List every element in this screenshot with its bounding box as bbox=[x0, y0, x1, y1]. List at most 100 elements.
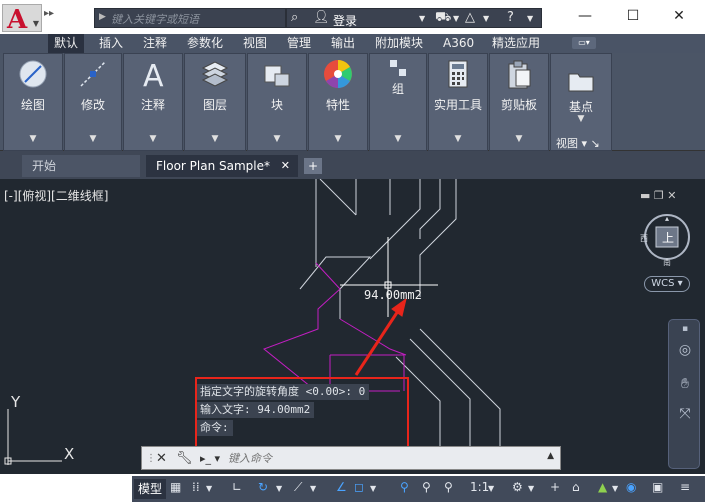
tab-view[interactable]: 视图 bbox=[243, 34, 267, 53]
tab-start[interactable]: 开始 bbox=[22, 155, 140, 177]
close-icon[interactable]: ✕ bbox=[667, 189, 676, 202]
viewport-controls-label[interactable]: [-][俯视][二维线框] bbox=[4, 187, 108, 204]
ortho-icon[interactable]: ∟ bbox=[232, 480, 242, 494]
zoom-extents-icon[interactable]: ⤧ bbox=[675, 406, 695, 426]
close-icon[interactable]: ✕ bbox=[281, 155, 290, 177]
chevron-down-icon[interactable]: ▼ bbox=[488, 484, 494, 493]
chevron-down-icon[interactable]: ▼ bbox=[276, 484, 282, 493]
panel-modify[interactable]: 修改 ▼ bbox=[64, 53, 122, 151]
annotation-scale-icon[interactable]: ⚲ bbox=[444, 480, 453, 494]
chevron-down-icon[interactable]: ▼ bbox=[4, 134, 62, 144]
binoculars-icon[interactable]: ⌕ bbox=[291, 10, 298, 25]
chevron-down-icon[interactable]: ▼ bbox=[490, 134, 548, 144]
chevron-down-icon[interactable]: ▼ bbox=[309, 134, 367, 144]
draw-icon bbox=[19, 60, 47, 88]
chevron-down-icon[interactable]: ▼ bbox=[551, 114, 611, 124]
panel-annotation[interactable]: A 注释 ▼ bbox=[123, 53, 183, 151]
tab-output[interactable]: 输出 bbox=[331, 34, 355, 53]
new-tab-button[interactable]: + bbox=[304, 158, 322, 174]
panel-clipboard[interactable]: 剪贴板 ▼ bbox=[489, 53, 549, 151]
restore-icon[interactable]: ❐ bbox=[654, 189, 664, 202]
minimize-button[interactable]: — bbox=[562, 4, 608, 28]
ribbon-options-button[interactable]: ▭▾ bbox=[572, 37, 596, 49]
chevron-up-icon[interactable]: ▲ bbox=[547, 451, 554, 461]
tab-addins[interactable]: 附加模块 bbox=[375, 34, 423, 53]
minimize-icon[interactable]: ▬ bbox=[640, 189, 650, 202]
tab-a360[interactable]: A360 bbox=[443, 34, 474, 53]
workspace-gear-icon[interactable]: ⚙ bbox=[512, 480, 523, 494]
panel-block[interactable]: 块 ▼ bbox=[247, 53, 307, 151]
tab-featured-apps[interactable]: 精选应用 bbox=[492, 34, 540, 53]
drawing-canvas[interactable]: [-][俯视][二维线框] ▬ ❐ ✕ 上 西 南 ▴ WCS ▾ ▪ ◎ ✋︎… bbox=[0, 179, 705, 474]
panel-utilities[interactable]: 实用工具 ▼ bbox=[428, 53, 488, 151]
chevron-down-icon[interactable]: ▼ bbox=[370, 134, 426, 144]
wcs-menu-button[interactable]: WCS ▾ bbox=[644, 276, 690, 292]
polar-tracking-icon[interactable]: ↻ bbox=[258, 480, 268, 494]
customize-menu-icon[interactable]: ≡ bbox=[680, 480, 690, 494]
placed-text-label: 94.00mm2 bbox=[364, 288, 422, 302]
maximize-button[interactable]: ☐ bbox=[610, 4, 656, 28]
move-icon bbox=[80, 61, 106, 87]
panel-view-label[interactable]: 视图 ▾ ↘ bbox=[556, 135, 600, 151]
chevron-down-icon[interactable]: ▼ bbox=[185, 134, 245, 144]
chevron-down-icon[interactable]: ▼ bbox=[612, 484, 618, 493]
panel-properties[interactable]: 特性 ▼ bbox=[308, 53, 368, 151]
wrench-icon[interactable]: 🔧︎ bbox=[176, 451, 193, 466]
command-input[interactable] bbox=[228, 450, 528, 467]
chevron-down-icon[interactable]: ▼ bbox=[65, 134, 121, 144]
close-icon[interactable]: ✕ bbox=[156, 451, 167, 466]
exchange-icon[interactable]: △ bbox=[465, 10, 475, 25]
wcs-label: WCS bbox=[651, 278, 675, 289]
grip-icon[interactable]: ⋮ bbox=[146, 453, 156, 464]
tab-manage[interactable]: 管理 bbox=[287, 34, 311, 53]
viewcube-top-face[interactable]: 上 bbox=[662, 229, 674, 246]
chevron-down-icon[interactable]: ▼ bbox=[419, 14, 425, 23]
chevron-down-icon[interactable]: ▼ bbox=[248, 134, 306, 144]
chevron-down-icon[interactable]: ▼ bbox=[370, 484, 376, 493]
plus-icon[interactable]: + bbox=[550, 480, 560, 494]
annotation-scale-value[interactable]: 1:1 bbox=[470, 480, 489, 494]
chevron-down-icon[interactable]: ▼ bbox=[429, 134, 487, 144]
user-icon[interactable]: 👤︎ bbox=[313, 10, 330, 25]
pan-hand-icon[interactable]: ✋︎ bbox=[675, 376, 695, 396]
chevron-down-icon[interactable]: ▼ bbox=[124, 134, 182, 144]
object-snap-tracking-icon[interactable]: ∠ bbox=[336, 480, 347, 494]
object-snap-icon[interactable]: ◻ bbox=[354, 480, 364, 494]
tab-parametric[interactable]: 参数化 bbox=[187, 34, 223, 53]
chevron-down-icon[interactable]: ▼ bbox=[453, 14, 459, 23]
isometric-icon[interactable]: ⟋ bbox=[294, 480, 302, 495]
annotation-visibility-icon[interactable]: ⚲ bbox=[400, 480, 409, 494]
search-box[interactable]: ▶ 键入关键字或短语 bbox=[94, 8, 286, 28]
clean-screen-icon[interactable]: ◉ bbox=[626, 480, 636, 494]
panel-groups[interactable]: 组 ▼ bbox=[369, 53, 427, 151]
steering-wheel-icon[interactable]: ◎ bbox=[675, 342, 695, 362]
chevron-down-icon[interactable]: ▼ bbox=[483, 14, 489, 23]
panel-layers[interactable]: 图层 ▼ bbox=[184, 53, 246, 151]
panel-draw[interactable]: 绘图 ▼ bbox=[3, 53, 63, 151]
tab-home[interactable]: 默认 bbox=[48, 34, 85, 53]
isolate-objects-icon[interactable]: ⌂ bbox=[572, 480, 580, 494]
cart-icon[interactable]: ⛟ bbox=[435, 10, 451, 27]
grid-icon[interactable]: ▦ bbox=[170, 480, 181, 494]
chevron-down-icon[interactable]: ▼ bbox=[527, 14, 533, 23]
hardware-acceleration-icon[interactable]: ▲ bbox=[598, 480, 607, 494]
tab-floor-plan[interactable]: Floor Plan Sample* ✕ bbox=[146, 155, 298, 177]
chevron-down-icon[interactable]: ▼ bbox=[310, 484, 316, 493]
application-menu-button[interactable]: A ▼ bbox=[2, 4, 42, 35]
sign-in-label[interactable]: 登录 bbox=[333, 12, 357, 29]
quick-access-expand-icon[interactable]: ▸▸ bbox=[44, 8, 54, 19]
chevron-down-icon[interactable]: ▼ bbox=[206, 484, 212, 493]
tab-annotate[interactable]: 注释 bbox=[143, 34, 167, 53]
fullscreen-icon[interactable]: ▣ bbox=[652, 480, 663, 494]
snap-icon[interactable]: ⁞⁞ bbox=[192, 480, 200, 494]
viewcube-west[interactable]: 西 bbox=[640, 233, 648, 244]
navbar-close-icon[interactable]: ▪ bbox=[675, 324, 695, 344]
viewcube-south[interactable]: 南 bbox=[663, 257, 671, 268]
model-space-button[interactable]: 模型 bbox=[134, 479, 167, 499]
close-button[interactable]: ✕ bbox=[656, 4, 702, 28]
chevron-down-icon[interactable]: ▼ bbox=[528, 484, 534, 493]
prompt-icon[interactable]: ▸_ ▾ bbox=[200, 452, 220, 465]
auto-scale-icon[interactable]: ⚲ bbox=[422, 480, 431, 494]
help-icon[interactable]: ? bbox=[507, 10, 514, 25]
tab-insert[interactable]: 插入 bbox=[99, 34, 123, 53]
